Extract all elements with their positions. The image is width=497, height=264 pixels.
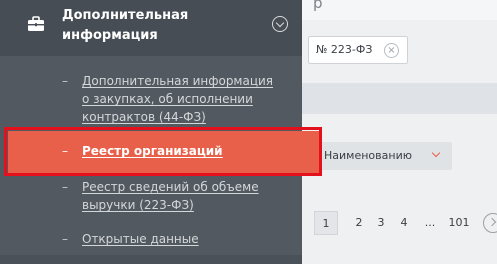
briefcase-icon xyxy=(28,16,44,31)
sidebar-item-line: контрактов (44-ФЗ) xyxy=(82,110,206,124)
chevron-right-icon[interactable] xyxy=(483,213,497,233)
partial-heading-text: р xyxy=(313,0,323,12)
sidebar-section-header[interactable]: Дополнительная информация xyxy=(0,0,302,56)
sidebar-title-line: Дополнительная xyxy=(62,8,189,23)
sidebar-item-line: Дополнительная информация xyxy=(82,74,274,88)
pagination-ellipsis: ... xyxy=(424,216,436,229)
page-last[interactable]: 101 xyxy=(446,211,472,235)
dash-bullet: – xyxy=(62,74,68,88)
page-1[interactable]: 1 xyxy=(314,211,338,235)
chevron-down-icon[interactable] xyxy=(272,16,288,32)
sidebar-item-line: выручки (223-ФЗ) xyxy=(82,198,194,212)
sort-select[interactable]: Наименованию xyxy=(320,142,452,170)
sidebar-section-title: Дополнительная информация xyxy=(62,6,262,46)
page-4[interactable]: 4 xyxy=(395,211,413,235)
page-3[interactable]: 3 xyxy=(372,211,390,235)
sidebar-item-label: Реестр сведений об объеме выручки (223-Ф… xyxy=(82,178,287,214)
filter-tag[interactable]: № 223-ФЗ × xyxy=(308,36,408,64)
sidebar-item-line: Реестр сведений об объеме xyxy=(82,180,259,194)
filter-tag-label: № 223-ФЗ xyxy=(316,43,373,56)
content-top-strip xyxy=(302,0,497,20)
sidebar-item-label: Дополнительная информация о закупках, об… xyxy=(82,72,287,126)
dash-bullet: – xyxy=(62,232,68,246)
sort-select-value: Наименованию xyxy=(324,149,412,162)
sidebar-item-line: о закупках, об исполнении xyxy=(82,92,253,106)
dash-bullet: – xyxy=(62,180,68,194)
content-band xyxy=(302,83,497,114)
close-icon[interactable]: × xyxy=(384,43,399,58)
chevron-down-icon xyxy=(431,148,441,158)
sidebar-title-line: информация xyxy=(62,28,158,43)
page-2[interactable]: 2 xyxy=(350,211,368,235)
highlight-outline xyxy=(4,127,322,176)
sidebar-bottom-strip xyxy=(0,255,302,264)
sidebar-item-label: Открытые данные xyxy=(82,232,199,246)
